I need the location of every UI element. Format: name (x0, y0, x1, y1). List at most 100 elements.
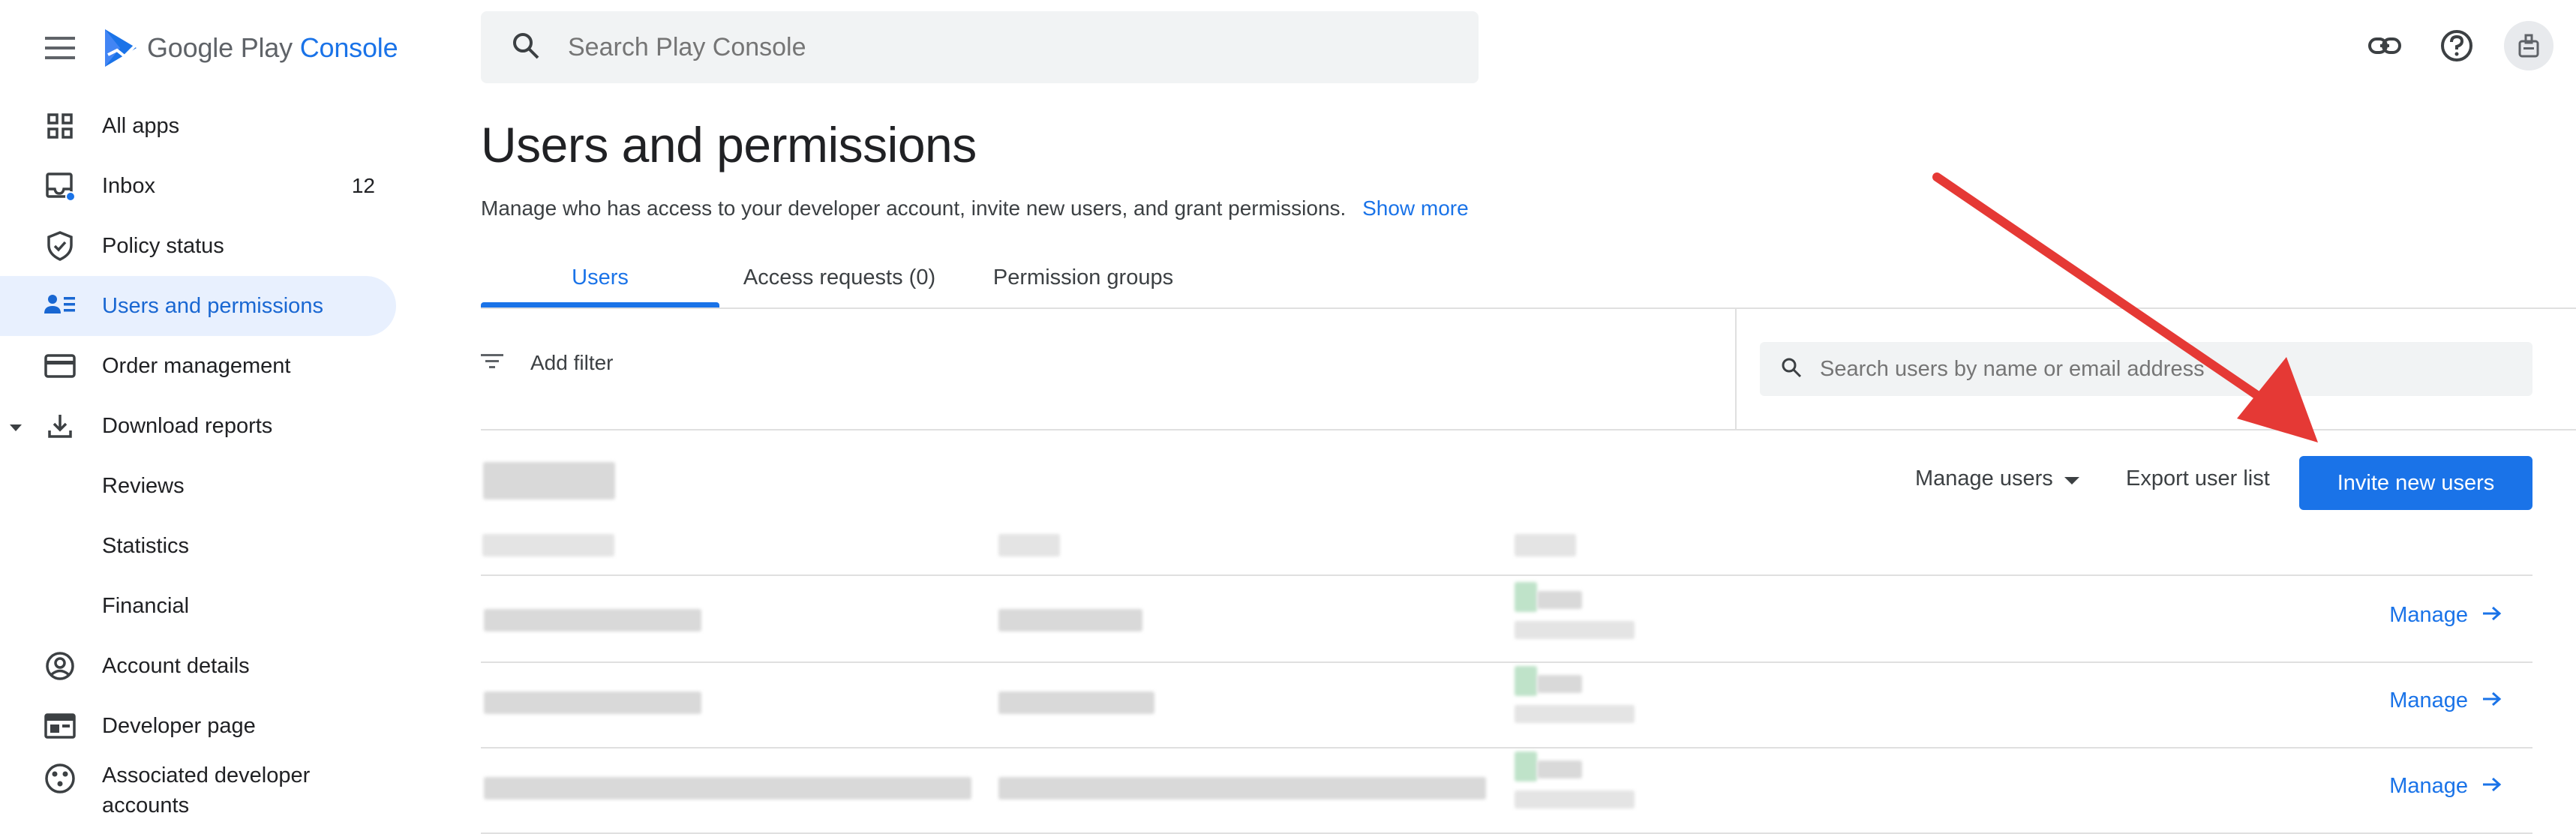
manage-user-link[interactable]: Manage (2389, 774, 2502, 799)
export-user-list-button[interactable]: Export user list (2126, 466, 2270, 491)
link-icon[interactable] (2360, 21, 2409, 70)
redacted-cell (998, 609, 1142, 632)
search-icon (1781, 357, 1802, 382)
sidebar-nav: All apps Inbox 12 Policy status Users an… (0, 96, 405, 825)
sidebar-item-label: Policy status (102, 233, 224, 258)
chevron-down-icon (2064, 466, 2080, 491)
menu-icon[interactable] (36, 24, 84, 72)
grid-icon (44, 110, 77, 142)
sidebar-item-label: All apps (102, 113, 180, 138)
sidebar-item-label: Order management (102, 353, 291, 378)
tab-access-requests[interactable]: Access requests (0) (719, 248, 959, 308)
manage-users-label: Manage users (1915, 466, 2053, 490)
redacted-cell (998, 692, 1154, 714)
sidebar-item-label: Financial (102, 593, 190, 618)
header-left: Google Play Console (36, 21, 398, 75)
invite-new-users-button[interactable]: Invite new users (2299, 456, 2532, 510)
filter-bottom-divider (481, 429, 2576, 430)
redacted-cell (1537, 760, 1582, 778)
sidebar-item-label: Statistics (102, 533, 190, 558)
header-right (2360, 21, 2553, 70)
redacted-cell (1515, 790, 1635, 808)
sidebar-item-label: Associated developer accounts (102, 764, 311, 818)
sidebar-subitem-financial[interactable]: Financial (0, 576, 405, 636)
play-console-app: Google Play Console All apps (0, 0, 2576, 834)
credit-card-icon (44, 350, 77, 382)
manage-user-link[interactable]: Manage (2389, 603, 2502, 628)
filter-icon (481, 351, 503, 375)
sidebar-item-inbox[interactable]: Inbox 12 (0, 156, 405, 216)
sidebar-item-users-and-permissions[interactable]: Users and permissions (0, 276, 396, 336)
redacted-cell (1515, 666, 1537, 696)
table-row[interactable]: Manage (481, 747, 2532, 834)
redacted-cell (1515, 752, 1537, 782)
tab-bar: Users Access requests (0) Permission gro… (481, 248, 1207, 308)
page-description: Manage who has access to your developer … (481, 196, 1469, 220)
redacted-cell (1515, 705, 1635, 723)
user-search-box[interactable] (1760, 342, 2532, 396)
sidebar-subitem-statistics[interactable]: Statistics (0, 516, 405, 576)
redacted-column-header (998, 534, 1060, 556)
sidebar-item-associated-developer-accounts[interactable]: Associated developer accounts (0, 756, 405, 825)
google-play-console-logo[interactable]: Google Play Console (102, 28, 398, 68)
redacted-cell (1537, 675, 1582, 693)
arrow-right-icon (2481, 688, 2502, 713)
filter-area: Add filter (481, 309, 1735, 429)
sidebar-item-account-details[interactable]: Account details (0, 636, 405, 696)
sidebar-item-label: Account details (102, 653, 250, 678)
sidebar-item-policy-status[interactable]: Policy status (0, 216, 405, 276)
search-input[interactable] (566, 32, 1395, 63)
redacted-cell (484, 692, 701, 714)
user-search-input[interactable] (1818, 356, 2496, 382)
tab-users[interactable]: Users (481, 248, 719, 308)
redacted-cell (998, 777, 1486, 800)
account-avatar[interactable] (2504, 21, 2553, 70)
tab-permission-groups[interactable]: Permission groups (959, 248, 1207, 308)
page-description-text: Manage who has access to your developer … (481, 196, 1347, 220)
show-more-link[interactable]: Show more (1362, 196, 1469, 220)
shield-icon (44, 230, 77, 262)
logo-text: Google Play Console (147, 32, 398, 63)
sidebar-item-developer-page[interactable]: Developer page (0, 696, 405, 756)
manage-link-label: Manage (2389, 688, 2468, 712)
sidebar-subitem-reviews[interactable]: Reviews (0, 456, 405, 516)
redacted-cell (484, 777, 971, 800)
sidebar-item-label: Download reports (102, 413, 273, 438)
sidebar-item-label: Inbox (102, 173, 155, 198)
annotation-arrow-icon (1932, 172, 2318, 442)
redacted-cell (1515, 582, 1537, 612)
manage-users-dropdown[interactable]: Manage users (1915, 466, 2080, 491)
redacted-column-header (1515, 534, 1576, 556)
inbox-icon (44, 170, 77, 202)
sidebar-item-order-management[interactable]: Order management (0, 336, 405, 396)
search-bar[interactable] (481, 11, 1479, 83)
manage-link-label: Manage (2389, 603, 2468, 627)
expand-caret-icon[interactable] (9, 414, 23, 439)
account-circle-icon (44, 650, 77, 682)
sidebar-item-download-reports[interactable]: Download reports (0, 396, 405, 456)
web-page-icon (44, 710, 77, 742)
arrow-right-icon (2481, 774, 2502, 799)
redacted-user-count (483, 462, 615, 500)
manage-link-label: Manage (2389, 774, 2468, 798)
redacted-cell (1515, 621, 1635, 639)
sidebar-item-label: Developer page (102, 713, 256, 738)
sidebar-item-label: Reviews (102, 473, 185, 498)
redacted-cell (484, 609, 701, 632)
manage-user-link[interactable]: Manage (2389, 688, 2502, 713)
inbox-count-badge: 12 (351, 174, 375, 197)
play-logo-icon (105, 29, 137, 67)
add-filter-label: Add filter (530, 351, 614, 374)
users-icon (44, 290, 77, 322)
help-icon[interactable] (2432, 21, 2481, 70)
page-title: Users and permissions (481, 117, 977, 172)
sidebar-item-label: Users and permissions (102, 293, 323, 318)
table-row[interactable]: Manage (481, 662, 2532, 748)
table-row[interactable]: Manage (481, 576, 2532, 663)
redacted-column-header (482, 534, 614, 556)
search-icon (511, 31, 541, 64)
sidebar-item-all-apps[interactable]: All apps (0, 96, 405, 156)
filter-divider (1735, 309, 1737, 429)
add-filter-button[interactable]: Add filter (481, 351, 614, 375)
download-icon (44, 410, 77, 442)
